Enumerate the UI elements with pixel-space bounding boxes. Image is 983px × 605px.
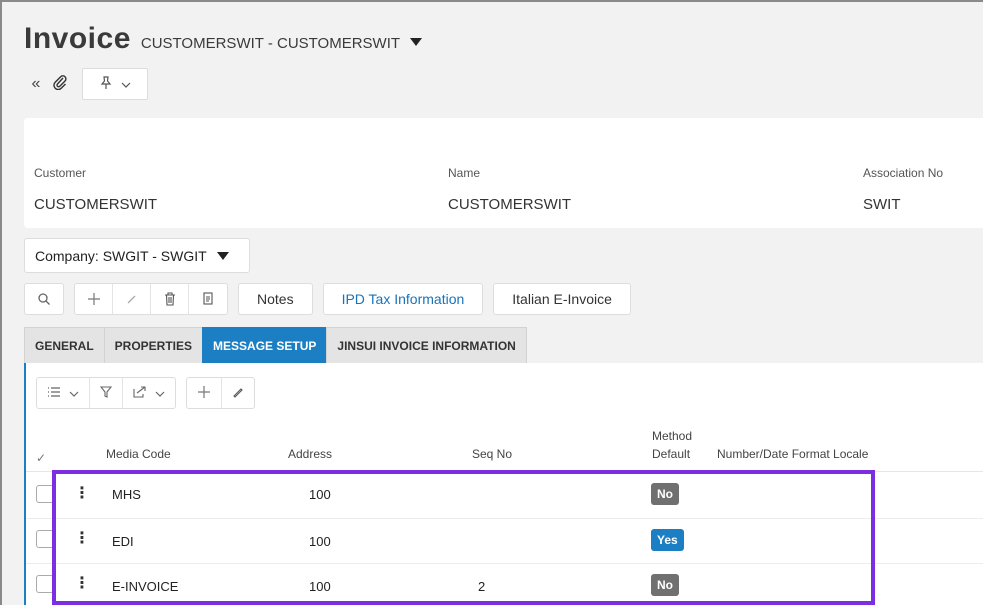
name-field: Name CUSTOMERSWIT xyxy=(448,166,571,213)
media-code-cell: E-INVOICE xyxy=(112,579,179,594)
column-header-media-code[interactable]: Media Code xyxy=(106,447,171,461)
chevron-down-icon xyxy=(69,386,79,401)
window-top-border xyxy=(0,0,983,2)
tab-properties[interactable]: PROPERTIES xyxy=(103,327,204,363)
pencil-icon[interactable] xyxy=(113,284,151,314)
customer-value: CUSTOMERSWIT xyxy=(34,196,158,213)
name-value: CUSTOMERSWIT xyxy=(448,196,572,213)
address-cell: 100 xyxy=(309,487,331,502)
column-header-method-default-line1[interactable]: Method xyxy=(652,429,692,443)
export-button[interactable] xyxy=(123,378,175,408)
list-icon xyxy=(47,386,61,401)
chevron-down-icon xyxy=(121,77,131,92)
column-header-address[interactable]: Address xyxy=(288,447,332,461)
row-separator xyxy=(26,518,983,519)
tab-general[interactable]: GENERAL xyxy=(24,327,105,363)
row-menu-icon[interactable]: ⋮ xyxy=(74,528,90,548)
grid-view-group xyxy=(36,377,176,409)
add-row-button[interactable] xyxy=(187,378,222,408)
method-default-badge: No xyxy=(651,574,679,596)
record-toolbar: Notes IPD Tax Information Italian E-Invo… xyxy=(24,283,631,315)
header-separator xyxy=(26,471,983,472)
column-header-method-default-line2[interactable]: Default xyxy=(652,447,690,461)
seq-no-cell: 2 xyxy=(478,579,486,594)
company-select[interactable]: Company: SWGIT - SWGIT xyxy=(24,238,250,273)
search-group xyxy=(24,283,64,315)
column-header-locale[interactable]: Number/Date Format Locale xyxy=(717,447,868,461)
company-select-value: Company: SWGIT - SWGIT xyxy=(35,247,207,264)
grid-toolbar xyxy=(36,377,265,409)
association-field: Association No SWIT xyxy=(863,166,943,213)
row-menu-icon[interactable]: ⋮ xyxy=(74,483,90,503)
copy-icon[interactable] xyxy=(189,284,227,314)
select-all-checkmark-icon[interactable]: ✓ xyxy=(36,451,46,465)
pin-menu-button[interactable] xyxy=(82,68,148,100)
row-checkbox[interactable] xyxy=(36,485,54,503)
row-checkbox[interactable] xyxy=(36,575,54,593)
plus-icon xyxy=(197,385,211,402)
pencil-icon xyxy=(232,386,244,401)
search-icon[interactable] xyxy=(25,284,63,314)
row-menu-icon[interactable]: ⋮ xyxy=(74,573,90,593)
customer-field: Customer CUSTOMERSWIT xyxy=(34,166,157,213)
list-view-button[interactable] xyxy=(37,378,90,408)
record-selector-caret-icon[interactable] xyxy=(410,38,423,46)
double-chevron-left-icon[interactable]: « xyxy=(24,75,48,93)
tab-jinsui-invoice-information[interactable]: JINSUI INVOICE INFORMATION xyxy=(326,327,527,363)
window-left-border xyxy=(0,0,2,605)
export-icon xyxy=(133,385,147,401)
title-row: Invoice CUSTOMERSWIT - CUSTOMERSWIT xyxy=(24,22,423,56)
method-default-badge: Yes xyxy=(651,529,684,551)
paperclip-icon[interactable] xyxy=(48,74,72,95)
filter-button[interactable] xyxy=(90,378,123,408)
ipd-tax-information-button[interactable]: IPD Tax Information xyxy=(322,283,484,315)
customer-label: Customer xyxy=(34,166,87,180)
association-label: Association No xyxy=(863,166,944,180)
trash-icon[interactable] xyxy=(151,284,189,314)
name-label: Name xyxy=(448,166,481,180)
address-cell: 100 xyxy=(309,579,331,594)
tab-bar: GENERAL PROPERTIES MESSAGE SETUP JINSUI … xyxy=(24,327,527,363)
pin-icon xyxy=(99,75,113,93)
media-code-cell: MHS xyxy=(112,487,141,502)
notes-button[interactable]: Notes xyxy=(238,283,313,315)
nav-row: « xyxy=(24,68,148,100)
page-subtitle[interactable]: CUSTOMERSWIT - CUSTOMERSWIT xyxy=(141,35,400,52)
grid-edit-group xyxy=(186,377,255,409)
association-value: SWIT xyxy=(863,196,901,213)
method-default-badge: No xyxy=(651,483,679,505)
row-separator xyxy=(26,563,983,564)
plus-icon[interactable] xyxy=(75,284,113,314)
tab-message-setup[interactable]: MESSAGE SETUP xyxy=(202,327,328,363)
row-checkbox[interactable] xyxy=(36,530,54,548)
media-code-cell: EDI xyxy=(112,534,134,549)
edit-row-button[interactable] xyxy=(222,378,254,408)
column-header-seq-no[interactable]: Seq No xyxy=(472,447,512,461)
chevron-down-icon xyxy=(155,386,165,401)
message-setup-panel: ✓ Media Code Address Seq No Method Defau… xyxy=(24,363,983,605)
italian-e-invoice-button[interactable]: Italian E-Invoice xyxy=(493,283,631,315)
crud-group xyxy=(74,283,228,315)
header-card: Customer CUSTOMERSWIT Name CUSTOMERSWIT … xyxy=(24,118,983,228)
filter-icon xyxy=(99,385,113,401)
address-cell: 100 xyxy=(309,534,331,549)
caret-down-icon xyxy=(216,251,229,260)
page-title: Invoice xyxy=(24,22,131,55)
